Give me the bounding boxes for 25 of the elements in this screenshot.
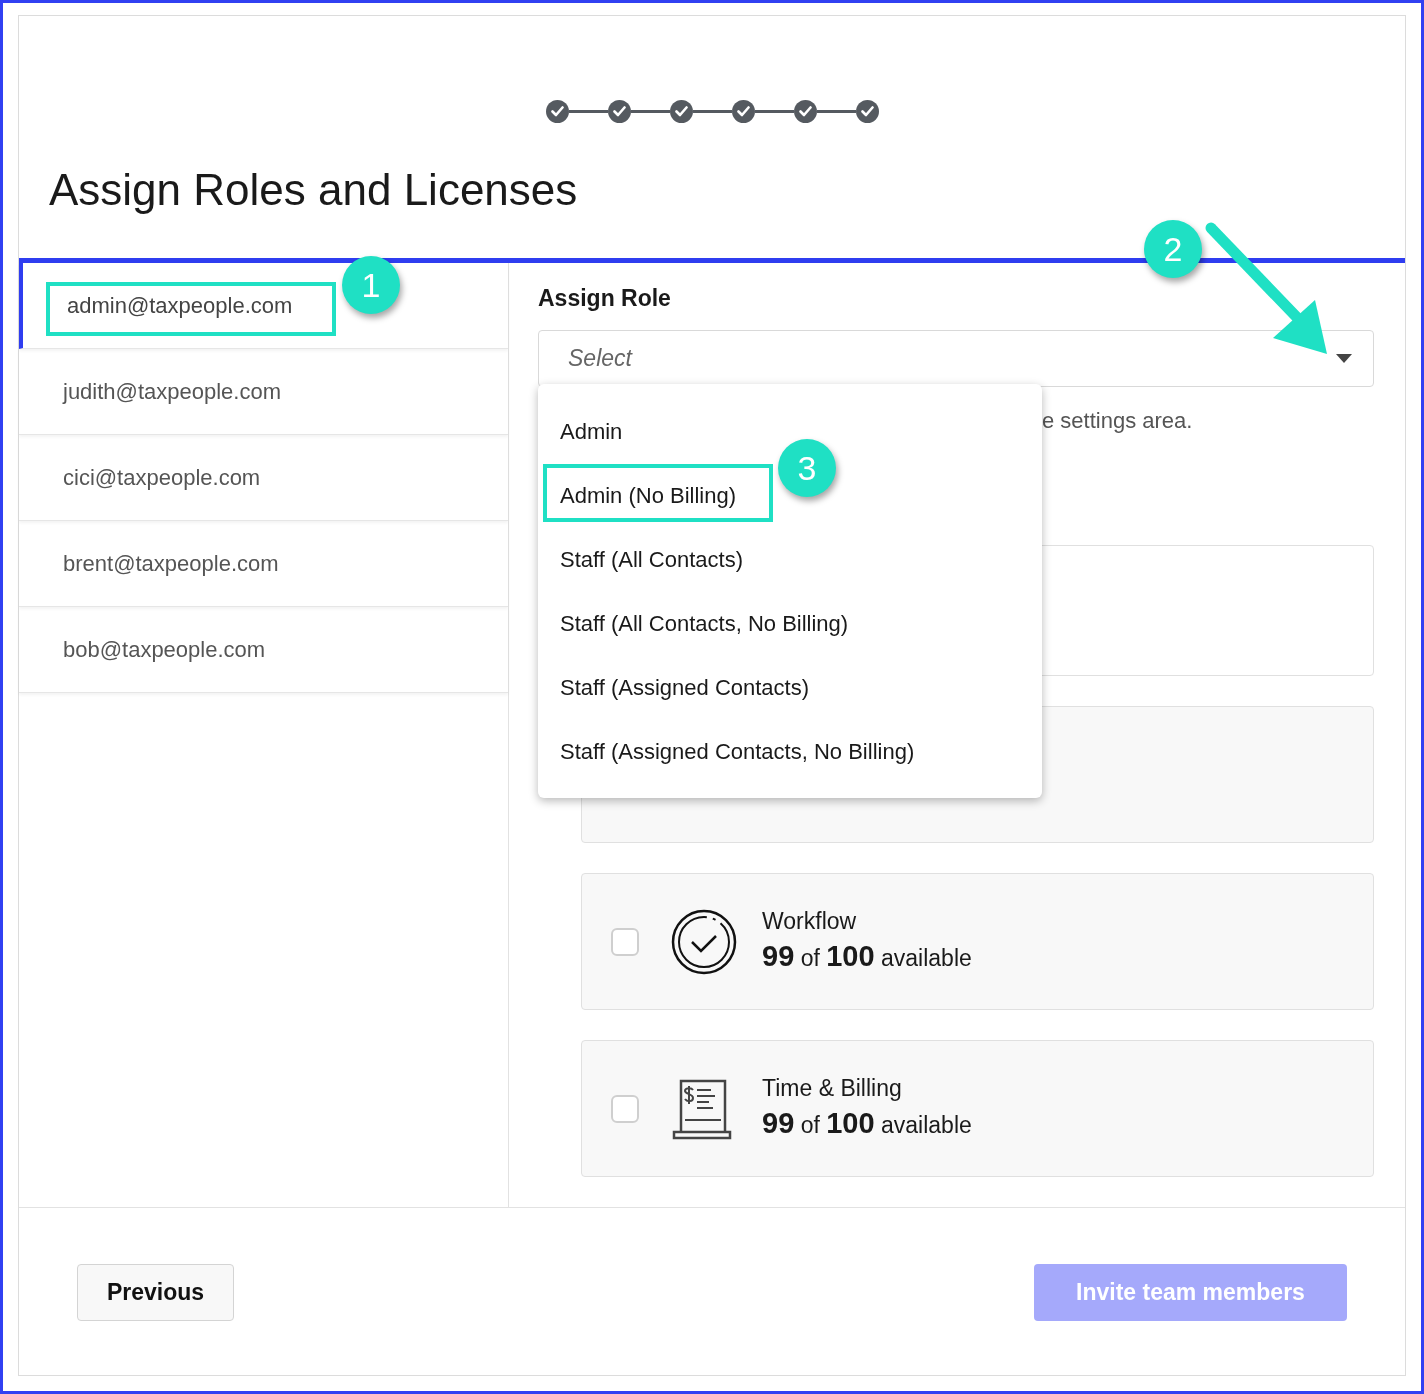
user-list-item[interactable]: brent@taxpeople.com [19,521,508,607]
checkmark-clock-icon [671,908,737,975]
dropdown-option[interactable]: Staff (All Contacts) [560,542,743,576]
dropdown-option[interactable]: Staff (Assigned Contacts) [560,670,810,704]
dropdown-option[interactable]: Admin (No Billing) [560,478,737,512]
step-number-badge: 2 [1144,220,1202,278]
caret-icon [1336,354,1352,363]
dropdown-option[interactable]: Admin [560,414,623,448]
user-list-item[interactable]: bob@taxpeople.com [19,607,508,693]
license-name: Workflow [762,906,858,936]
select-placeholder: Select [568,344,632,374]
availability-text: 99 of 100 available [762,938,972,974]
availability-text: 99 of 100 available [762,1105,972,1141]
previous-button[interactable]: Previous [77,1264,235,1321]
helper-text: e settings area. [1042,406,1193,435]
license-name: Time & Billing [762,1073,903,1103]
license-checkbox[interactable] [611,927,639,956]
step-number-badge: 1 [342,256,400,314]
dropdown-option[interactable]: Staff (All Contacts, No Billing) [560,606,849,640]
user-list-item[interactable]: judith@taxpeople.com [19,349,508,435]
user-list-item[interactable]: cici@taxpeople.com [19,435,508,521]
dropdown-option[interactable]: Staff (Assigned Contacts, No Billing) [560,734,915,768]
page-title: Assign Roles and Licenses [49,164,578,216]
field-label: Assign Role [538,284,672,313]
license-checkbox[interactable] [611,1094,639,1123]
